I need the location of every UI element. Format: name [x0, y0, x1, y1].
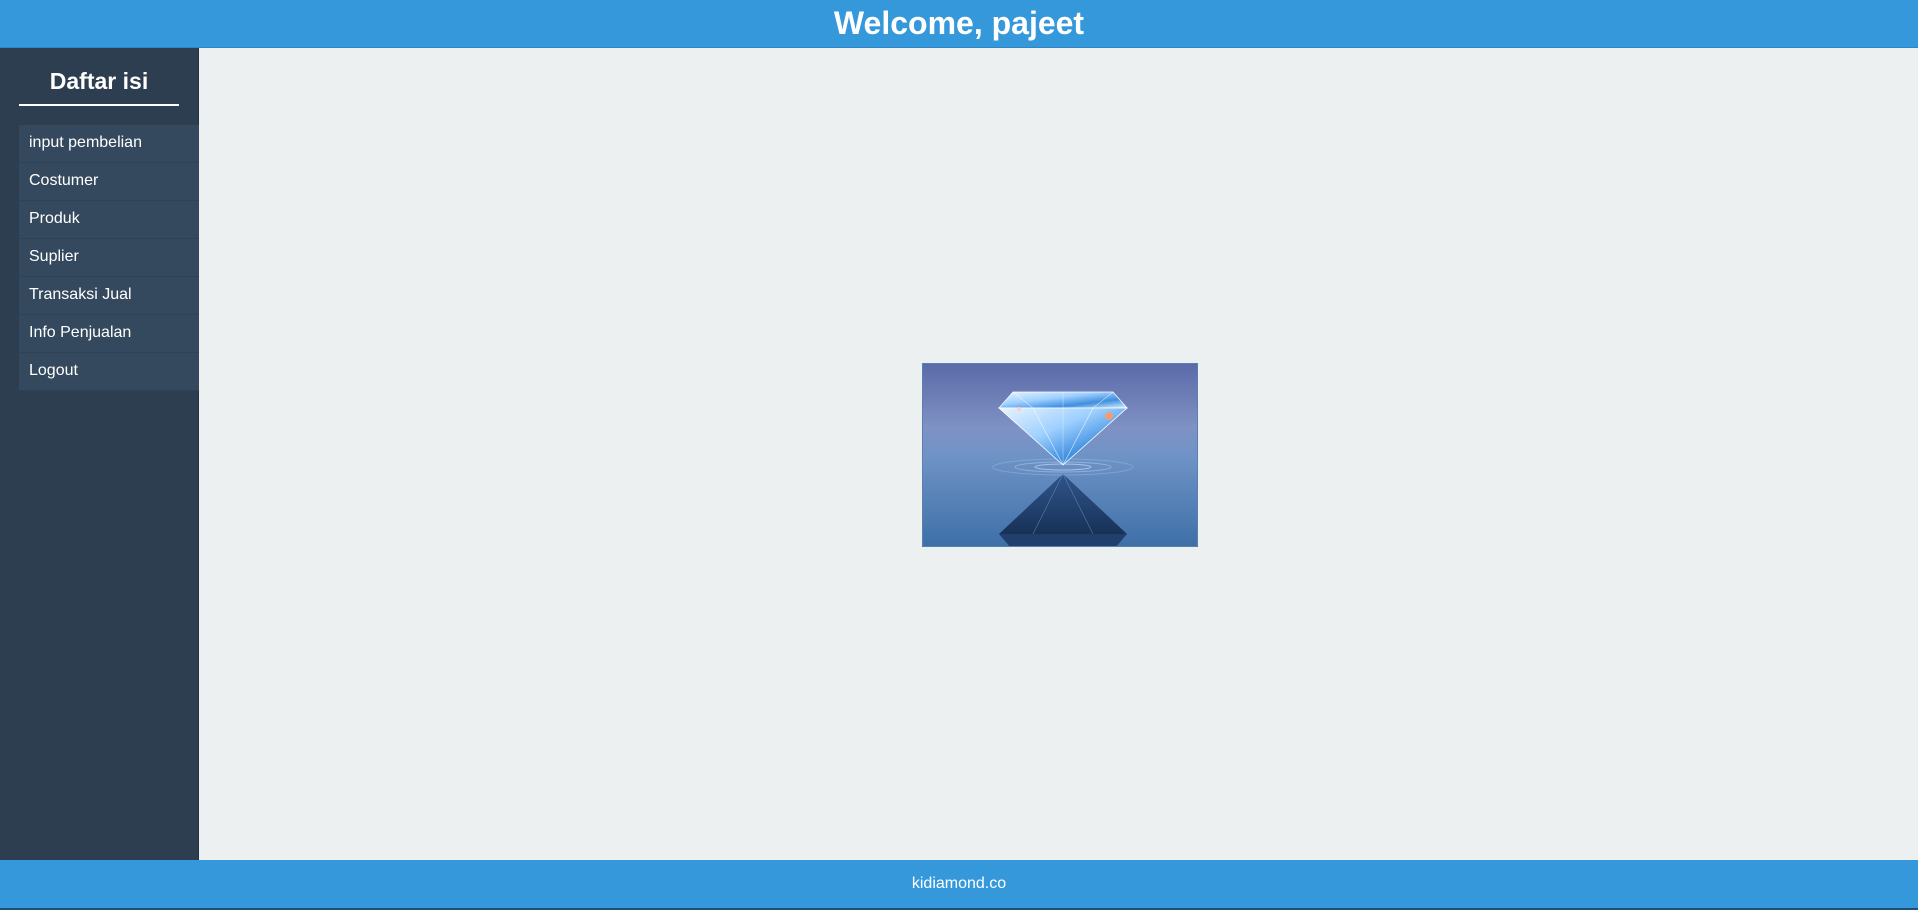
sidebar-item-costumer[interactable]: Costumer — [19, 163, 199, 201]
sidebar-item-suplier[interactable]: Suplier — [19, 239, 199, 277]
page-title: Welcome, pajeet — [833, 5, 1085, 41]
footer-bar: kidiamond.co — [0, 860, 1918, 910]
diamond-image — [922, 363, 1198, 547]
sidebar-item-logout[interactable]: Logout — [19, 353, 199, 391]
footer-text: kidiamond.co — [911, 875, 1007, 892]
sidebar-item-input-pembelian[interactable]: input pembelian — [19, 125, 199, 163]
sidebar-item-produk[interactable]: Produk — [19, 201, 199, 239]
sidebar: Daftar isi input pembelian Costumer Prod… — [0, 48, 199, 860]
sidebar-item-info-penjualan[interactable]: Info Penjualan — [19, 315, 199, 353]
sidebar-item-transaksi-jual[interactable]: Transaksi Jual — [19, 277, 199, 315]
header-bar: Welcome, pajeet — [0, 0, 1918, 48]
sidebar-title: Daftar isi — [19, 68, 179, 106]
main-content — [199, 48, 1918, 860]
sidebar-menu: input pembelian Costumer Produk Suplier … — [19, 125, 199, 391]
